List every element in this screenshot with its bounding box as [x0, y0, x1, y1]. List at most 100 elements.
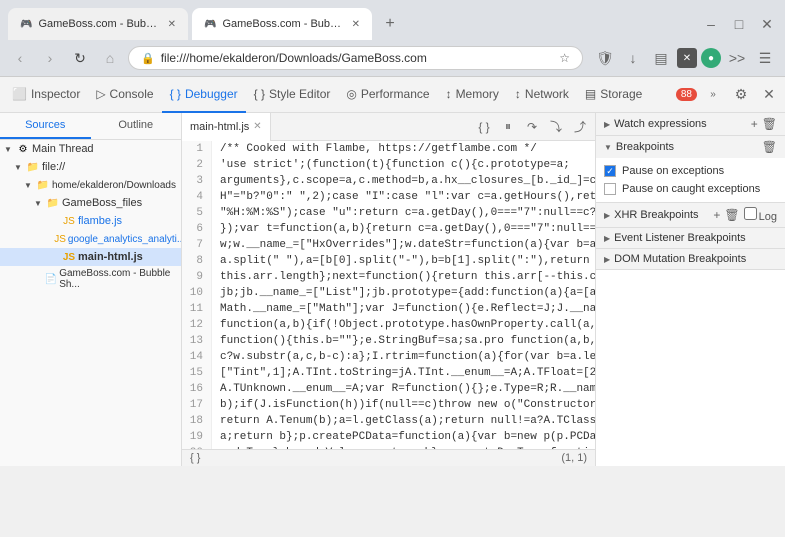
event-listener-header[interactable]: ▶ Event Listener Breakpoints	[596, 228, 785, 248]
line-content: function(){this.b=""};e.StringBuf=sa;sa.…	[212, 333, 595, 349]
shield-icon[interactable]: 🛡	[593, 46, 617, 70]
tree-label: GameBoss_files	[62, 197, 142, 209]
url-bar[interactable]: 🔒 file:///home/ekalderon/Downloads/GameB…	[128, 46, 583, 70]
tree-item-gameboss[interactable]: 📄 GameBoss.com - Bubble Sh...	[0, 266, 181, 292]
folder-icon: 📁	[36, 178, 50, 192]
line-content: 'use strict';(function(t){function c(){c…	[212, 157, 570, 173]
menu-icon[interactable]: ☰	[753, 46, 777, 70]
tab-network[interactable]: ↕ Network	[507, 77, 577, 113]
tab-debugger[interactable]: { } Debugger	[162, 77, 246, 113]
code-area[interactable]: 1/** Cooked with Flambe, https://getflam…	[182, 141, 595, 449]
line-content: ["Tint",1];A.TInt.toString=jA.TInt.__enu…	[212, 365, 595, 381]
watch-expressions-header[interactable]: ▶ Watch expressions + 🗑	[596, 113, 785, 135]
devtools: ⬜ Inspector ▷ Console { } Debugger { } S…	[0, 76, 785, 466]
url-text: file:///home/ekalderon/Downloads/GameBos…	[161, 51, 554, 65]
close-btn[interactable]: ✕	[757, 14, 777, 34]
noscript-icon[interactable]: ✕	[677, 48, 697, 68]
debugger-icon: { }	[170, 87, 181, 101]
tab-2-favicon: 🎮	[204, 19, 216, 30]
code-line: 6});var t=function(a,b){return c=a.getDa…	[182, 221, 595, 237]
tab-storage[interactable]: ▤ Storage	[577, 77, 650, 113]
pretty-print-btn[interactable]: { }	[473, 116, 495, 138]
tab-performance[interactable]: ◎ Performance	[338, 77, 437, 113]
arrow-icon	[50, 253, 60, 262]
more-icon[interactable]: >>	[725, 46, 749, 70]
bookmark-icon[interactable]: ☆	[559, 51, 570, 65]
code-line: 14c?w.substr(a,c,b-c):a};I.rtrim=functio…	[182, 349, 595, 365]
sources-tab-sources[interactable]: Sources	[0, 113, 91, 139]
log-checkbox[interactable]: Log	[744, 207, 777, 223]
xhr-delete-btn[interactable]: 🗑	[724, 208, 739, 222]
sources-tab-outline[interactable]: Outline	[91, 113, 182, 139]
pause-on-exceptions-checkbox[interactable]: ✓	[604, 165, 616, 177]
line-number: 14	[182, 349, 212, 365]
editor-tab-close[interactable]: ✕	[253, 121, 261, 132]
download-icon[interactable]: ↓	[621, 46, 645, 70]
line-number: 7	[182, 237, 212, 253]
debugger-step-out-btn[interactable]: ⤴	[569, 116, 591, 138]
devtools-settings-icon[interactable]: ⚙	[729, 83, 753, 107]
watch-add-btn[interactable]: +	[751, 117, 758, 131]
log-input[interactable]	[744, 207, 757, 220]
browser-tab-1[interactable]: 🎮 GameBoss.com - Bubble Sho ✕	[8, 8, 188, 40]
devtools-more[interactable]: »	[701, 83, 725, 107]
back-button[interactable]: ‹	[8, 46, 32, 70]
devtools-body: Sources Outline ▼ ⚙ Main Thread ▼ 📁 file…	[0, 113, 785, 466]
line-number: 1	[182, 141, 212, 157]
debugger-step-in-btn[interactable]: ⤵	[545, 116, 567, 138]
debugger-step-over-btn[interactable]: ↷	[521, 116, 543, 138]
watch-delete-btn[interactable]: 🗑	[762, 117, 777, 131]
tab-style-editor[interactable]: { } Style Editor	[246, 77, 339, 113]
tree-item-main-html[interactable]: JS main-html.js	[0, 248, 181, 266]
tree-label: google_analytics_analyti...	[68, 234, 181, 245]
lock-icon: 🔒	[141, 52, 155, 65]
pause-on-caught-checkbox[interactable]	[604, 183, 616, 195]
arrow-icon: ▶	[604, 255, 610, 264]
minimize-btn[interactable]: –	[701, 14, 721, 34]
breakpoints-header[interactable]: ▼ Breakpoints 🗑	[596, 136, 785, 158]
xhr-add-btn[interactable]: +	[713, 208, 720, 222]
style-icon: { }	[254, 87, 265, 101]
dom-mutation-label: DOM Mutation Breakpoints	[614, 253, 746, 265]
dom-mutation-header[interactable]: ▶ DOM Mutation Breakpoints	[596, 249, 785, 269]
arrow-icon: ▼	[14, 163, 24, 172]
devtools-close-icon[interactable]: ✕	[757, 83, 781, 107]
line-number: 11	[182, 301, 212, 317]
tab-console[interactable]: ▷ Console	[88, 77, 161, 113]
tab-memory[interactable]: ↕ Memory	[438, 77, 507, 113]
line-content: b);if(J.isFunction(h))if(null==c)throw n…	[212, 397, 595, 413]
editor-tab-main-html[interactable]: main-html.js ✕	[182, 113, 271, 141]
tab-1-close[interactable]: ✕	[168, 19, 176, 30]
line-content: c?w.substr(a,c,b-c):a};I.rtrim=function(…	[212, 349, 595, 365]
tab-2-close[interactable]: ✕	[352, 19, 360, 30]
line-number: 16	[182, 381, 212, 397]
arrow-icon: ▼	[4, 145, 14, 154]
home-button[interactable]: ⌂	[98, 46, 122, 70]
tree-item-downloads[interactable]: ▼ 📁 home/ekalderon/Downloads	[0, 176, 181, 194]
arrow-icon	[50, 217, 60, 226]
tree-item-main-thread[interactable]: ▼ ⚙ Main Thread	[0, 140, 181, 158]
tab-inspector[interactable]: ⬜ Inspector	[4, 77, 88, 113]
pause-on-caught-row: Pause on caught exceptions	[604, 180, 777, 198]
code-line: 2'use strict';(function(t){function c(){…	[182, 157, 595, 173]
plugin-icon[interactable]: ●	[701, 48, 721, 68]
browser-tab-2[interactable]: 🎮 GameBoss.com - Bubble Sho ✕	[192, 8, 372, 40]
tree-item-file[interactable]: ▼ 📁 file://	[0, 158, 181, 176]
tree-item-gameboss-files[interactable]: ▼ 📁 GameBoss_files	[0, 194, 181, 212]
new-tab-button[interactable]: +	[376, 10, 404, 38]
maximize-btn[interactable]: □	[729, 14, 749, 34]
reload-button[interactable]: ↻	[68, 46, 92, 70]
breakpoints-delete-btn[interactable]: 🗑	[762, 140, 777, 154]
extensions-icon[interactable]: ▤	[649, 46, 673, 70]
pause-on-caught-label: Pause on caught exceptions	[622, 183, 760, 195]
code-line: 12function(a,b){if(!Object.prototype.has…	[182, 317, 595, 333]
xhr-header[interactable]: ▶ XHR Breakpoints + 🗑 Log	[596, 203, 785, 227]
tree-item-analytics[interactable]: JS google_analytics_analyti...	[0, 230, 181, 248]
debugger-pause-btn[interactable]: ⏸	[497, 116, 519, 138]
perf-icon: ◎	[346, 87, 356, 101]
forward-button[interactable]: ›	[38, 46, 62, 70]
line-content: H"="b?"0":" ",2);case "I":case "l":var c…	[212, 189, 595, 205]
breakpoints-label: Breakpoints	[616, 141, 674, 153]
tree-item-flambe[interactable]: JS flambe.js	[0, 212, 181, 230]
tree-label: GameBoss.com - Bubble Sh...	[59, 268, 177, 290]
